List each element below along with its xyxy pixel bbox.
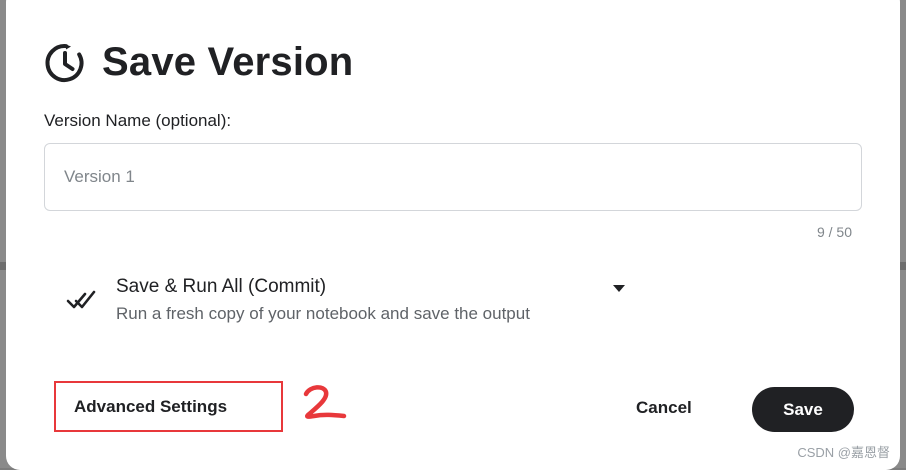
save-version-dialog: Save Version Version Name (optional): 9 … [6,0,900,470]
save-button[interactable]: Save [752,387,854,432]
cancel-button[interactable]: Cancel [636,398,692,418]
dialog-title: Save Version [102,40,354,84]
save-mode-text: Save & Run All (Commit) Run a fresh copy… [116,274,530,327]
version-name-input[interactable] [44,143,862,211]
csdn-watermark: CSDN @嘉恩督 [797,445,890,460]
save-mode-title: Save & Run All (Commit) [116,275,327,297]
history-clock-icon [45,43,84,82]
double-check-icon [66,290,96,309]
background-strip [900,262,906,270]
character-counter: 9 / 50 [816,224,852,240]
save-mode-description: Run a fresh copy of your notebook and sa… [116,303,530,323]
annotation-mark [303,385,347,419]
version-name-label: Version Name (optional): [44,111,232,130]
save-mode-select[interactable]: Save & Run All (Commit) Run a fresh copy… [66,268,646,332]
dialog-header: Save Version [44,40,353,85]
advanced-settings-button[interactable]: Advanced Settings [54,381,283,432]
caret-down-icon[interactable] [613,285,625,293]
